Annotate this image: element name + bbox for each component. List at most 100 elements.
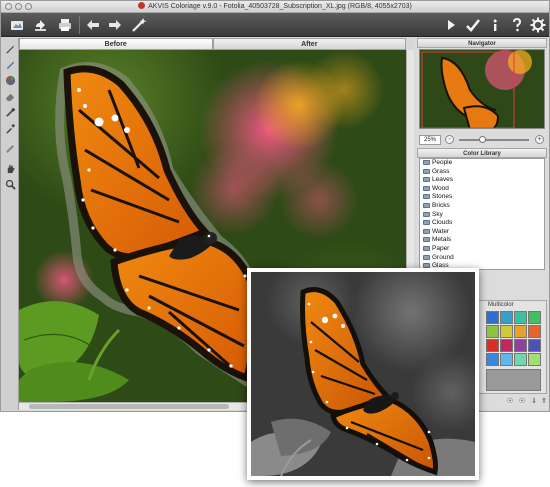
color-library-item-label: Wood: [432, 184, 449, 192]
pencil-tool-icon: [6, 45, 15, 54]
color-swatch[interactable]: [514, 353, 527, 366]
color-swatch[interactable]: [486, 325, 499, 338]
close-window-button[interactable]: [5, 3, 12, 10]
zoom-icon: [5, 179, 16, 190]
help-button[interactable]: [507, 15, 527, 35]
color-library-item-label: Leaves: [432, 176, 453, 184]
keep-color-pencil-button[interactable]: [4, 58, 17, 71]
export-button[interactable]: ⇑: [539, 397, 549, 407]
apply-button[interactable]: [463, 15, 483, 35]
redo-button[interactable]: [105, 15, 125, 35]
info-button[interactable]: [485, 15, 505, 35]
current-color-preview: [486, 369, 541, 391]
tab-after[interactable]: After: [212, 38, 406, 50]
save-image-button[interactable]: [31, 15, 51, 35]
color-library-item[interactable]: Stones: [420, 193, 544, 202]
color-library-item-label: Grass: [432, 167, 450, 175]
folder-icon: [423, 245, 430, 251]
hand-button[interactable]: [4, 162, 17, 175]
pencil-tool-button[interactable]: [4, 42, 17, 55]
color-library-item[interactable]: Leaves: [420, 176, 544, 185]
window-title: AKVIS Coloriage v.9.0 - Fotolia_40503728…: [148, 3, 412, 10]
eraser-button[interactable]: [4, 90, 17, 103]
color-swatch[interactable]: [486, 339, 499, 352]
eyedropper-button[interactable]: [4, 122, 17, 135]
color-swatch[interactable]: [528, 325, 541, 338]
save-image-icon: [35, 20, 46, 31]
after-result-card: [247, 268, 479, 480]
color-swatch[interactable]: [486, 311, 499, 324]
color-swatch[interactable]: [514, 339, 527, 352]
color-palette-button[interactable]: [4, 74, 17, 87]
info-icon: [493, 19, 497, 31]
color-swatch[interactable]: [500, 339, 513, 352]
add-color-button[interactable]: ☉: [505, 397, 515, 407]
color-library-header: Color Library: [417, 148, 547, 158]
redo-icon: [109, 20, 121, 30]
toolbar-separator: [79, 16, 80, 34]
preferences-button[interactable]: [528, 15, 548, 35]
chalk-icon: [6, 144, 15, 153]
horizontal-scroll-thumb[interactable]: [29, 404, 229, 409]
color-swatch[interactable]: [514, 311, 527, 324]
color-library-item[interactable]: Water: [420, 228, 544, 237]
color-library-item[interactable]: Metals: [420, 236, 544, 245]
zoom-slider-handle[interactable]: [479, 136, 486, 143]
undo-icon: [87, 20, 99, 30]
folder-icon: [423, 194, 430, 200]
color-library-item[interactable]: Bricks: [420, 202, 544, 211]
color-library-item[interactable]: Wood: [420, 185, 544, 194]
magic-tube-icon: [6, 108, 15, 117]
magic-tube-button[interactable]: [4, 106, 17, 119]
remove-color-icon: ☉: [518, 398, 526, 405]
zoom-window-button[interactable]: [25, 3, 32, 10]
color-swatch[interactable]: [500, 325, 513, 338]
color-library-item[interactable]: Ground: [420, 254, 544, 263]
export-icon: ⇑: [541, 398, 547, 405]
color-swatch[interactable]: [486, 353, 499, 366]
color-library-item[interactable]: Sky: [420, 211, 544, 220]
color-swatch[interactable]: [528, 339, 541, 352]
undo-button[interactable]: [83, 15, 103, 35]
folder-icon: [423, 237, 430, 243]
color-swatch[interactable]: [500, 311, 513, 324]
view-tabs: Before After: [19, 38, 406, 50]
minimize-window-button[interactable]: [15, 3, 22, 10]
run-button[interactable]: [441, 15, 461, 35]
color-library-item[interactable]: Clouds: [420, 219, 544, 228]
zoom-in-button[interactable]: +: [535, 135, 544, 144]
palette-mode-label: Multicolor: [488, 302, 514, 308]
color-library-item-label: Ground: [432, 253, 454, 261]
run-icon: [448, 20, 455, 30]
color-library-item-label: Stones: [432, 193, 453, 201]
zoom-value-field[interactable]: 25%: [419, 135, 441, 145]
zoom-controls: 25% - +: [417, 134, 547, 146]
navigator-preview[interactable]: [419, 49, 545, 129]
color-library-item[interactable]: Grass: [420, 168, 544, 177]
after-result-image: [251, 272, 475, 476]
color-swatch[interactable]: [514, 325, 527, 338]
color-swatch[interactable]: [528, 311, 541, 324]
zoom-out-button[interactable]: -: [445, 135, 454, 144]
print-icon: [59, 19, 71, 31]
chalk-button[interactable]: [4, 142, 17, 155]
color-library-item-label: Metals: [432, 236, 452, 244]
import-button[interactable]: ⇓: [529, 397, 539, 407]
remove-color-button[interactable]: ☉: [517, 397, 527, 407]
print-button[interactable]: [55, 15, 75, 35]
settings-wand-button[interactable]: [129, 15, 149, 35]
keep-color-pencil-icon: [6, 61, 15, 70]
color-library-item-label: Bricks: [432, 201, 450, 209]
app-screenshot: AKVIS Coloriage v.9.0 - Fotolia_40503728…: [0, 0, 550, 487]
color-swatch[interactable]: [528, 353, 541, 366]
zoom-button[interactable]: [4, 178, 17, 191]
tab-before[interactable]: Before: [19, 38, 213, 50]
folder-icon: [423, 160, 430, 165]
open-image-button[interactable]: [7, 15, 27, 35]
zoom-slider-track[interactable]: [459, 139, 529, 141]
folder-icon: [423, 185, 430, 191]
color-swatch[interactable]: [500, 353, 513, 366]
colorized-butterfly-photo: [251, 272, 475, 476]
color-library-item[interactable]: Paper: [420, 245, 544, 254]
color-library-item[interactable]: People: [420, 159, 544, 168]
